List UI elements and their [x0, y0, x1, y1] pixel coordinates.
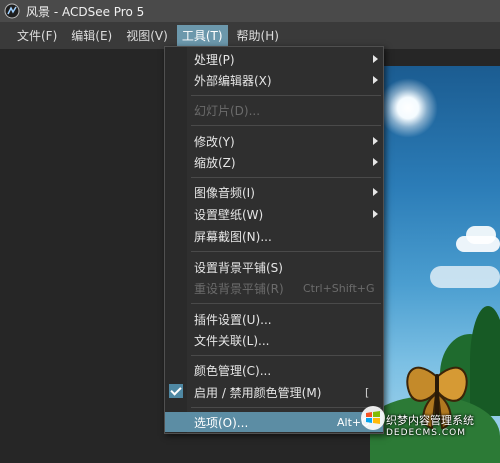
menu-item-label: 处理(P) [194, 52, 235, 67]
menu-item-label: 外部编辑器(X) [194, 73, 272, 88]
menu-item-toggle-color-management[interactable]: 启用 / 禁用颜色管理(M) [ [165, 382, 383, 402]
windows-logo-icon [361, 406, 385, 430]
menu-item-label: 重设背景平铺(R) [194, 281, 284, 296]
menu-item-label: 图像音频(I) [194, 185, 255, 200]
submenu-arrow-icon [373, 55, 378, 63]
submenu-arrow-icon [373, 210, 378, 218]
menu-item-set-background-tile[interactable]: 设置背景平铺(S) [165, 257, 383, 277]
menu-item-color-management[interactable]: 颜色管理(C)... [165, 360, 383, 380]
menu-item-label: 选项(O)... [194, 415, 249, 430]
menu-item-label: 幻灯片(D)... [194, 103, 261, 118]
menu-tools[interactable]: 工具(T) [176, 24, 228, 47]
menu-item-shortcut: Ctrl+Shift+G [303, 281, 375, 295]
menu-item-options[interactable]: 选项(O)... Alt+O [165, 412, 383, 432]
menu-item-label: 屏幕截图(N)... [194, 229, 272, 244]
menu-separator [191, 251, 381, 252]
menu-item-label: 启用 / 禁用颜色管理(M) [194, 385, 322, 400]
menu-edit[interactable]: 编辑(E) [66, 25, 117, 47]
menu-view[interactable]: 视图(V) [121, 25, 173, 47]
menu-item-label: 颜色管理(C)... [194, 363, 272, 378]
sun-glare [378, 78, 438, 138]
cloud [430, 266, 500, 288]
menu-item-set-wallpaper[interactable]: 设置壁纸(W) [165, 204, 383, 224]
app-icon [4, 3, 20, 19]
submenu-arrow-icon [373, 158, 378, 166]
menu-item-screen-capture[interactable]: 屏幕截图(N)... [165, 226, 383, 246]
menu-bar: 文件(F) 编辑(E) 视图(V) 工具(T) 帮助(H) [0, 22, 500, 49]
menu-item-reset-background-tile[interactable]: 重设背景平铺(R) Ctrl+Shift+G [165, 278, 383, 298]
menu-item-file-associations[interactable]: 文件关联(L)... [165, 330, 383, 350]
window-title: 风景 - ACDSee Pro 5 [26, 4, 145, 19]
title-bar: 风景 - ACDSee Pro 5 [0, 0, 500, 22]
submenu-arrow-icon [373, 137, 378, 145]
menu-item-label: 文件关联(L)... [194, 333, 270, 348]
cloud [466, 226, 496, 244]
menu-item-shortcut: [ [365, 385, 370, 399]
menu-separator [191, 407, 381, 408]
watermark-line2: DEDECMS.COM [386, 428, 466, 438]
tools-dropdown-menu: 处理(P) 外部编辑器(X) 幻灯片(D)... 修改(Y) 缩放(Z) 图像音… [164, 46, 384, 434]
menu-item-label: 插件设置(U)... [194, 312, 272, 327]
checkmark-icon [169, 384, 183, 398]
watermark-text: 织梦内容管理系统 DEDECMS.COM [386, 414, 474, 440]
menu-item-process[interactable]: 处理(P) [165, 49, 383, 69]
menu-item-external-editor[interactable]: 外部编辑器(X) [165, 70, 383, 90]
menu-item-label: 设置背景平铺(S) [194, 260, 283, 275]
menu-separator [191, 177, 381, 178]
watermark-line1: 织梦内容管理系统 [386, 414, 474, 427]
menu-file[interactable]: 文件(F) [12, 25, 62, 47]
submenu-arrow-icon [373, 188, 378, 196]
tree [470, 306, 500, 416]
menu-separator [191, 95, 381, 96]
menu-separator [191, 355, 381, 356]
menu-item-modify[interactable]: 修改(Y) [165, 131, 383, 151]
menu-item-label: 修改(Y) [194, 134, 235, 149]
menu-item-zoom[interactable]: 缩放(Z) [165, 152, 383, 172]
menu-help[interactable]: 帮助(H) [232, 25, 284, 47]
menu-item-plugin-settings[interactable]: 插件设置(U)... [165, 309, 383, 329]
menu-separator [191, 125, 381, 126]
landscape-photo [370, 66, 500, 463]
menu-separator [191, 303, 381, 304]
menu-item-image-audio[interactable]: 图像音频(I) [165, 182, 383, 202]
submenu-arrow-icon [373, 76, 378, 84]
menu-item-slideshow[interactable]: 幻灯片(D)... [165, 100, 383, 120]
menu-item-label: 缩放(Z) [194, 155, 236, 170]
menu-item-label: 设置壁纸(W) [194, 207, 264, 222]
